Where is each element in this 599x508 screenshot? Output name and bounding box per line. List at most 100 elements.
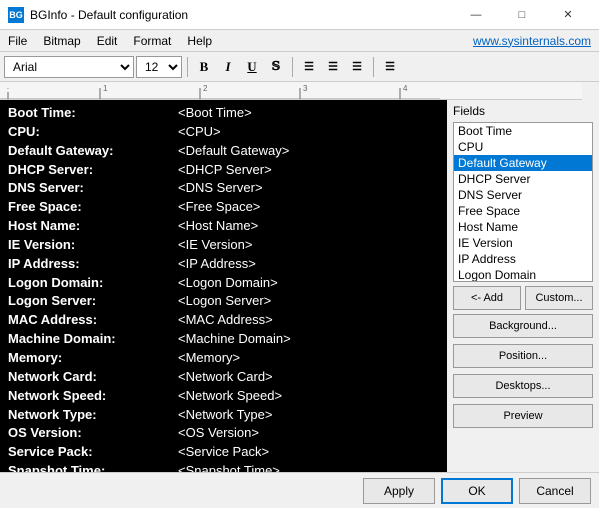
canvas-label: Free Space: xyxy=(8,198,178,217)
svg-text:1: 1 xyxy=(103,84,108,93)
canvas-label: Network Card: xyxy=(8,368,178,387)
canvas-label: OS Version: xyxy=(8,424,178,443)
size-selector[interactable]: 12 xyxy=(136,56,182,78)
background-button[interactable]: Background... xyxy=(453,314,593,338)
canvas-value: <Machine Domain> xyxy=(178,330,291,349)
align-right-button[interactable]: ☰ xyxy=(346,56,368,78)
sysinternals-link[interactable]: www.sysinternals.com xyxy=(465,32,599,50)
apply-button[interactable]: Apply xyxy=(363,478,435,504)
align-left-button[interactable]: ☰ xyxy=(298,56,320,78)
maximize-button[interactable]: □ xyxy=(499,0,545,30)
ok-button[interactable]: OK xyxy=(441,478,513,504)
canvas-line: OS Version:<OS Version> xyxy=(8,424,439,443)
fields-list[interactable]: Boot TimeCPUDefault GatewayDHCP ServerDN… xyxy=(453,122,593,282)
toolbar-separator-3 xyxy=(373,57,374,77)
field-item[interactable]: Boot Time xyxy=(454,123,592,139)
toolbar: Arial 12 B I U 𝕊 ☰ ☰ ☰ ☰ xyxy=(0,52,599,82)
window-title: BGInfo - Default configuration xyxy=(30,8,453,22)
toolbar-separator-1 xyxy=(187,57,188,77)
position-button[interactable]: Position... xyxy=(453,344,593,368)
menu-bitmap[interactable]: Bitmap xyxy=(35,30,88,51)
svg-text:2: 2 xyxy=(203,84,208,93)
underline-button[interactable]: U xyxy=(241,56,263,78)
canvas-line: Default Gateway:<Default Gateway> xyxy=(8,142,439,161)
canvas-value: <Snapshot Time> xyxy=(178,462,280,472)
menu-file[interactable]: File xyxy=(0,30,35,51)
menu-edit[interactable]: Edit xyxy=(89,30,126,51)
canvas-value: <Default Gateway> xyxy=(178,142,289,161)
canvas-line: DNS Server:<DNS Server> xyxy=(8,179,439,198)
field-item[interactable]: CPU xyxy=(454,139,592,155)
add-custom-row: <- Add Custom... xyxy=(453,286,593,310)
canvas-line: Network Speed:<Network Speed> xyxy=(8,387,439,406)
canvas-value: <IP Address> xyxy=(178,255,256,274)
canvas-label: Network Type: xyxy=(8,406,178,425)
canvas-value: <Service Pack> xyxy=(178,443,269,462)
list-button[interactable]: ☰ xyxy=(379,56,401,78)
font-selector[interactable]: Arial xyxy=(4,56,134,78)
canvas-label: Boot Time: xyxy=(8,104,178,123)
titlebar: BG BGInfo - Default configuration — □ ✕ xyxy=(0,0,599,30)
bold-button[interactable]: B xyxy=(193,56,215,78)
fields-label: Fields xyxy=(453,104,593,118)
align-center-button[interactable]: ☰ xyxy=(322,56,344,78)
strikethrough-button[interactable]: 𝕊 xyxy=(265,56,287,78)
canvas-value: <IE Version> xyxy=(178,236,252,255)
field-item[interactable]: IE Version xyxy=(454,235,592,251)
canvas-line: Free Space:<Free Space> xyxy=(8,198,439,217)
canvas-line: Logon Domain:<Logon Domain> xyxy=(8,274,439,293)
canvas-line: Service Pack:<Service Pack> xyxy=(8,443,439,462)
canvas-line: Boot Time:<Boot Time> xyxy=(8,104,439,123)
field-item[interactable]: Free Space xyxy=(454,203,592,219)
menu-help[interactable]: Help xyxy=(179,30,220,51)
canvas-label: Memory: xyxy=(8,349,178,368)
close-button[interactable]: ✕ xyxy=(545,0,591,30)
field-item[interactable]: Host Name xyxy=(454,219,592,235)
canvas-line: Host Name:<Host Name> xyxy=(8,217,439,236)
canvas-label: Host Name: xyxy=(8,217,178,236)
canvas-value: <Boot Time> xyxy=(178,104,252,123)
menubar: File Bitmap Edit Format Help www.sysinte… xyxy=(0,30,599,52)
minimize-button[interactable]: — xyxy=(453,0,499,30)
canvas-line: MAC Address:<MAC Address> xyxy=(8,311,439,330)
ruler-svg: · 1 2 3 4 xyxy=(0,82,440,100)
canvas-label: Network Speed: xyxy=(8,387,178,406)
desktops-button[interactable]: Desktops... xyxy=(453,374,593,398)
field-item[interactable]: Default Gateway xyxy=(454,155,592,171)
canvas-value: <DNS Server> xyxy=(178,179,263,198)
app-icon: BG xyxy=(8,7,24,23)
right-panel: Fields Boot TimeCPUDefault GatewayDHCP S… xyxy=(447,100,599,472)
preview-button[interactable]: Preview xyxy=(453,404,593,428)
canvas-value: <Logon Server> xyxy=(178,292,271,311)
canvas-value: <CPU> xyxy=(178,123,221,142)
canvas-line: Memory:<Memory> xyxy=(8,349,439,368)
ruler: · 1 2 3 4 xyxy=(0,82,582,100)
canvas-line: Network Type:<Network Type> xyxy=(8,406,439,425)
window-controls: — □ ✕ xyxy=(453,0,591,30)
italic-button[interactable]: I xyxy=(217,56,239,78)
text-canvas[interactable]: Boot Time:<Boot Time>CPU:<CPU>Default Ga… xyxy=(0,100,447,472)
svg-text:4: 4 xyxy=(403,84,408,93)
field-item[interactable]: DHCP Server xyxy=(454,171,592,187)
canvas-label: Logon Server: xyxy=(8,292,178,311)
field-item[interactable]: DNS Server xyxy=(454,187,592,203)
canvas-label: IP Address: xyxy=(8,255,178,274)
custom-button[interactable]: Custom... xyxy=(525,286,593,310)
canvas-label: Snapshot Time: xyxy=(8,462,178,472)
canvas-line: CPU:<CPU> xyxy=(8,123,439,142)
canvas-label: Logon Domain: xyxy=(8,274,178,293)
field-item[interactable]: IP Address xyxy=(454,251,592,267)
canvas-line: Logon Server:<Logon Server> xyxy=(8,292,439,311)
canvas-value: <Network Card> xyxy=(178,368,273,387)
toolbar-separator-2 xyxy=(292,57,293,77)
menu-format[interactable]: Format xyxy=(125,30,179,51)
canvas-line: IE Version:<IE Version> xyxy=(8,236,439,255)
add-button[interactable]: <- Add xyxy=(453,286,521,310)
svg-text:·: · xyxy=(7,84,10,93)
cancel-button[interactable]: Cancel xyxy=(519,478,591,504)
canvas-value: <MAC Address> xyxy=(178,311,273,330)
field-item[interactable]: Logon Domain xyxy=(454,267,592,282)
canvas-value: <DHCP Server> xyxy=(178,161,272,180)
canvas-label: Default Gateway: xyxy=(8,142,178,161)
canvas-value: <Memory> xyxy=(178,349,240,368)
